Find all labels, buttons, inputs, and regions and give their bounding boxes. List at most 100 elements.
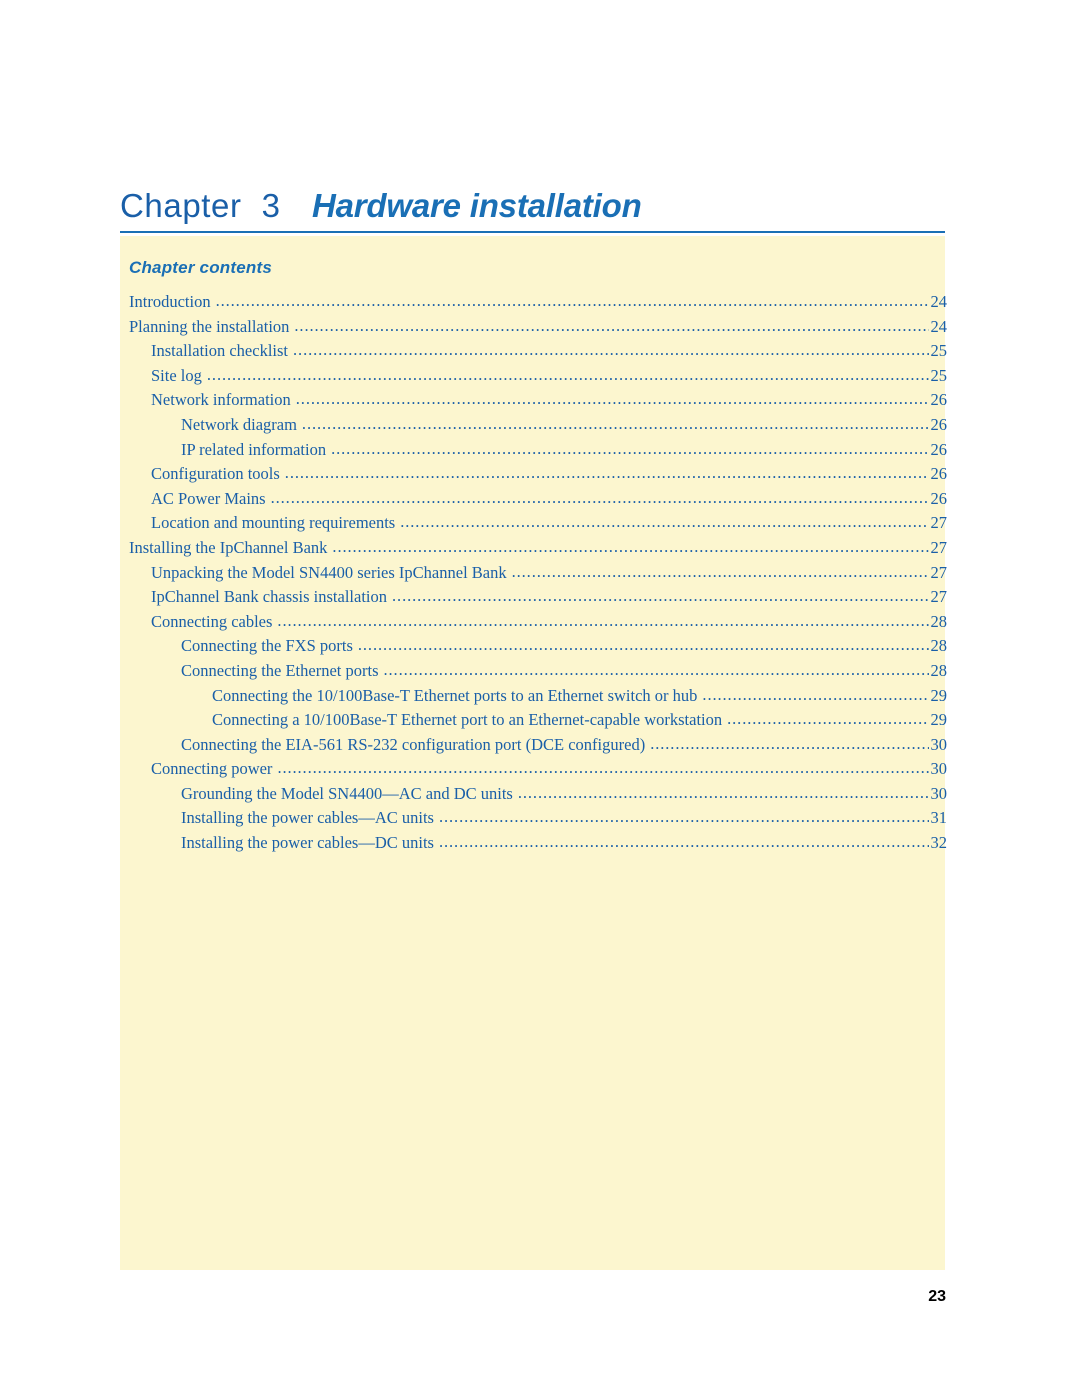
chapter-contents-label: Chapter contents [129,258,272,277]
toc-leader-dots: ........................................… [215,291,929,310]
page-number: 23 [928,1288,946,1305]
toc-leader-dots: ........................................… [438,807,929,827]
toc-leader-dots: ........................................… [332,536,928,556]
toc-entry-page: 30 [930,783,948,803]
toc-entry[interactable]: Connecting the FXS ports................… [181,635,948,661]
toc-entry-page: 30 [930,734,948,754]
toc-leader-dots: ........................................… [650,733,928,753]
toc-entry[interactable]: Connecting a 10/100Base-T Ethernet port … [212,709,948,735]
toc-entry-label: Connecting cables [151,611,273,631]
toc-leader-dots: ........................................… [270,487,929,507]
toc-entry-page: 26 [930,439,948,459]
toc-entry-label: Connecting a 10/100Base-T Ethernet port … [212,710,723,730]
toc-entry-page: 26 [930,414,948,434]
toc-entry-page: 31 [930,808,948,828]
toc-leader-dots: ........................................… [392,586,928,606]
toc-entry-label: Introduction [129,292,211,311]
toc-leader-dots: ........................................… [357,635,929,655]
toc-entry[interactable]: AC Power Mains..........................… [151,487,948,514]
toc-entry-label: Connecting the Ethernet ports [181,660,379,680]
toc-entry[interactable]: Network information.....................… [151,389,948,415]
toc-leader-dots: ........................................… [438,832,929,852]
toc-entry-page: 29 [930,685,948,705]
toc-entry-label: Location and mounting requirements [151,513,396,533]
toc-entry-page: 29 [930,710,948,730]
toc-entry-label: Site log [151,365,202,385]
toc-entry[interactable]: Installing the power cables—AC units....… [181,807,948,833]
toc-entry[interactable]: Planning the installation...............… [129,315,948,342]
toc-entry-page: 28 [930,660,948,680]
toc-entry[interactable]: Installation checklist..................… [151,340,948,366]
toc-leader-dots: ........................................… [277,610,929,630]
toc-entry[interactable]: Installing the IpChannel Bank...........… [129,536,948,563]
toc-entry[interactable]: Unpacking the Model SN4400 series IpChan… [151,561,948,588]
toc-leader-dots: ........................................… [277,758,929,778]
toc-entry-label: Network diagram [181,414,297,434]
toc-entry-label: Connecting the FXS ports [181,636,353,656]
chapter-title: Hardware installation [311,187,642,224]
toc-entry-page: 26 [930,488,948,508]
toc-leader-dots: ........................................… [727,709,929,729]
toc-entry-label: Planning the installation [129,316,290,336]
toc-leader-dots: ........................................… [206,364,929,384]
toc-entry-page: 26 [930,464,948,484]
toc-leader-dots: ........................................… [284,463,929,483]
toc-entry-page: 32 [930,833,948,853]
toc-entry-label: Installing the power cables—AC units [181,808,434,828]
toc-entry-label: Grounding the Model SN4400—AC and DC uni… [181,783,513,803]
toc-entry-label: Unpacking the Model SN4400 series IpChan… [151,562,507,582]
toc-entry-label: Connecting the EIA-561 RS-232 configurat… [181,734,646,754]
toc-entry[interactable]: Connecting the Ethernet ports...........… [181,659,948,686]
toc-entry-label: Installing the power cables—DC units [181,833,434,853]
toc-entry-page: 28 [930,611,948,631]
toc-entry[interactable]: Location and mounting requirements......… [151,512,948,538]
chapter-number: 3 [261,187,280,224]
toc-entry-page: 30 [930,759,948,779]
toc-entry-label: Connecting the 10/100Base-T Ethernet por… [212,685,698,705]
toc-entry-label: AC Power Mains [151,488,266,508]
toc-entry-page: 28 [930,636,948,656]
toc-entry-label: Configuration tools [151,464,280,484]
toc-entry-label: IP related information [181,439,327,459]
toc-entry-page: 25 [930,341,948,361]
toc-entry-page: 24 [930,316,948,336]
document-page: Chapter 3 Hardware installation Chapter … [0,0,1080,1397]
toc-leader-dots: ........................................… [293,340,928,360]
toc-entry[interactable]: Site log................................… [151,364,948,391]
toc-entry[interactable]: IP related information..................… [181,438,948,465]
toc-leader-dots: ........................................… [511,561,929,581]
toc-entry-page: 27 [930,537,948,557]
chapter-heading: Chapter 3 Hardware installation [120,168,945,224]
toc-entry[interactable]: Grounding the Model SN4400—AC and DC uni… [181,783,948,809]
toc-leader-dots: ........................................… [295,389,929,409]
toc-entry-label: IpChannel Bank chassis installation [151,587,388,607]
toc-entry-label: Installation checklist [151,341,289,361]
chapter-word: Chapter [120,187,242,224]
toc-entry-page: 27 [930,562,948,582]
toc-entry[interactable]: Introduction............................… [129,291,948,317]
toc-entry-label: Installing the IpChannel Bank [129,537,328,557]
toc-entry[interactable]: Connecting cables.......................… [151,610,948,637]
toc-entry[interactable]: Connecting the 10/100Base-T Ethernet por… [212,684,948,711]
toc-leader-dots: ........................................… [294,315,928,335]
heading-divider [120,231,945,233]
toc-entry-label: Network information [151,390,291,410]
toc-entry-page: 27 [930,587,948,607]
toc-entry-page: 24 [930,292,948,311]
toc-entry-label: Connecting power [151,759,273,779]
toc-entry-page: 27 [930,513,948,533]
toc-entry-page: 26 [930,390,948,410]
toc-leader-dots: ........................................… [702,684,929,704]
toc-leader-dots: ........................................… [331,438,928,458]
table-of-contents: Introduction............................… [129,291,948,858]
toc-entry[interactable]: IpChannel Bank chassis installation.....… [151,586,948,612]
toc-leader-dots: ........................................… [400,512,928,532]
toc-entry[interactable]: Installing the power cables—DC units....… [181,832,948,858]
toc-entry-page: 25 [930,365,948,385]
toc-entry[interactable]: Configuration tools.....................… [151,463,948,489]
toc-entry[interactable]: Network diagram.........................… [181,413,948,440]
toc-entry[interactable]: Connecting power........................… [151,758,948,784]
toc-leader-dots: ........................................… [383,659,929,679]
toc-entry[interactable]: Connecting the EIA-561 RS-232 configurat… [181,733,948,760]
toc-leader-dots: ........................................… [301,413,929,433]
